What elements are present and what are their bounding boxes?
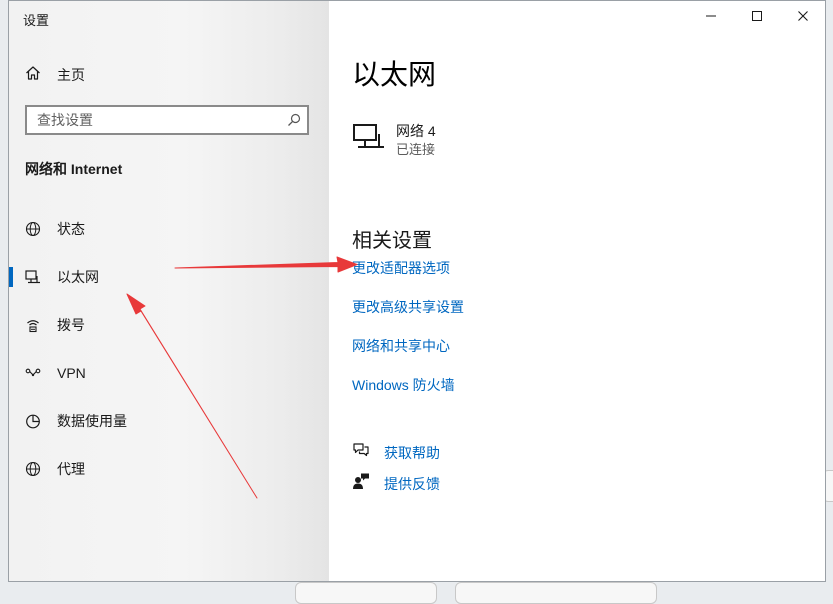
sidebar-item-label: 代理 — [57, 461, 85, 477]
background-taskbar-item — [455, 582, 657, 604]
globe-proxy-icon — [25, 461, 41, 477]
sidebar-item-ethernet[interactable]: 以太网 — [9, 253, 329, 301]
ethernet-icon — [25, 269, 41, 285]
change-adapter-options-link[interactable]: 更改适配器选项 — [352, 258, 450, 278]
close-button[interactable] — [780, 1, 825, 35]
feedback-link[interactable]: 提供反馈 — [352, 472, 440, 495]
sidebar-item-label: 拨号 — [57, 317, 85, 333]
home-nav-item[interactable]: 主页 — [25, 65, 85, 85]
maximize-icon — [751, 9, 763, 27]
advanced-sharing-link[interactable]: 更改高级共享设置 — [352, 297, 464, 317]
search-box[interactable] — [25, 105, 309, 135]
page-title: 以太网 — [352, 59, 437, 90]
adapter-status: 已连接 — [396, 142, 436, 157]
data-usage-icon — [25, 413, 41, 429]
sidebar-item-label: VPN — [57, 365, 86, 381]
adapter-name: 网络 4 — [396, 123, 436, 139]
home-label: 主页 — [57, 67, 85, 83]
search-icon[interactable] — [287, 113, 301, 132]
background-taskbar-item — [295, 582, 437, 604]
dial-up-icon — [25, 317, 41, 333]
window-title: 设置 — [23, 13, 50, 28]
sidebar-item-label: 状态 — [57, 221, 85, 237]
globe-status-icon — [25, 221, 41, 237]
feedback-label: 提供反馈 — [384, 475, 440, 492]
sidebar-item-label: 数据使用量 — [57, 413, 127, 429]
feedback-icon — [352, 472, 370, 495]
sidebar-item-proxy[interactable]: 代理 — [9, 445, 329, 493]
home-icon — [25, 65, 41, 86]
minimize-icon — [705, 9, 717, 27]
section-title: 网络和 Internet — [25, 161, 123, 177]
search-input[interactable] — [37, 108, 277, 132]
help-chat-icon — [352, 441, 370, 464]
get-help-label: 获取帮助 — [384, 444, 440, 461]
sidebar-nav: 状态 以太网 拨号 VPN 数据使用量 代理 — [9, 205, 329, 493]
vpn-icon — [25, 365, 41, 381]
sidebar: 设置 主页 网络和 Internet 状态 — [9, 1, 329, 581]
settings-window: 设置 主页 网络和 Internet 状态 — [8, 0, 826, 582]
maximize-button[interactable] — [734, 1, 780, 35]
adapter-entry[interactable]: 网络 4 已连接 — [352, 122, 436, 160]
computer-network-icon — [352, 122, 386, 160]
minimize-button[interactable] — [688, 1, 734, 35]
get-help-link[interactable]: 获取帮助 — [352, 441, 440, 464]
sidebar-item-vpn[interactable]: VPN — [9, 349, 329, 397]
close-icon — [797, 9, 809, 27]
windows-firewall-link[interactable]: Windows 防火墙 — [352, 375, 455, 395]
sidebar-item-label: 以太网 — [57, 269, 99, 285]
network-sharing-center-link[interactable]: 网络和共享中心 — [352, 336, 450, 356]
sidebar-item-status[interactable]: 状态 — [9, 205, 329, 253]
related-settings-title: 相关设置 — [352, 230, 432, 252]
sidebar-item-data-usage[interactable]: 数据使用量 — [9, 397, 329, 445]
sidebar-item-dialup[interactable]: 拨号 — [9, 301, 329, 349]
